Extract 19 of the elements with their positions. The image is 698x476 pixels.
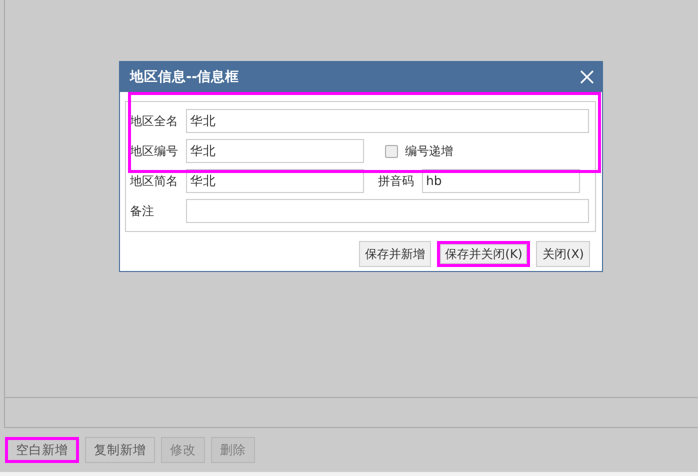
toolbar-button[interactable]: 空白新增 (5, 437, 79, 463)
close-icon[interactable] (580, 70, 594, 84)
field-label: 地区简名 (130, 172, 179, 190)
field-label: 备注 (130, 202, 155, 220)
input-field[interactable] (186, 199, 589, 223)
checkbox-label: 编号递增 (405, 142, 453, 160)
checkbox[interactable] (385, 144, 398, 158)
field-label: 拼音码 (378, 172, 415, 190)
field-label: 地区编号 (130, 142, 179, 160)
input-field[interactable]: 华北 (186, 169, 364, 193)
dialog-button[interactable]: 保存并关闭(K) (437, 241, 530, 267)
dialog-title: 地区信息--信息框 (130, 68, 240, 86)
dialog-button[interactable]: 关闭(X) (536, 241, 590, 267)
field-label: 地区全名 (130, 112, 179, 130)
input-field[interactable]: 华北 (186, 109, 589, 133)
input-field[interactable]: hb (422, 169, 580, 193)
dialog-button[interactable]: 保存并新增 (359, 241, 432, 267)
toolbar-button[interactable]: 复制新增 (85, 437, 155, 463)
input-field[interactable]: 华北 (186, 139, 364, 163)
